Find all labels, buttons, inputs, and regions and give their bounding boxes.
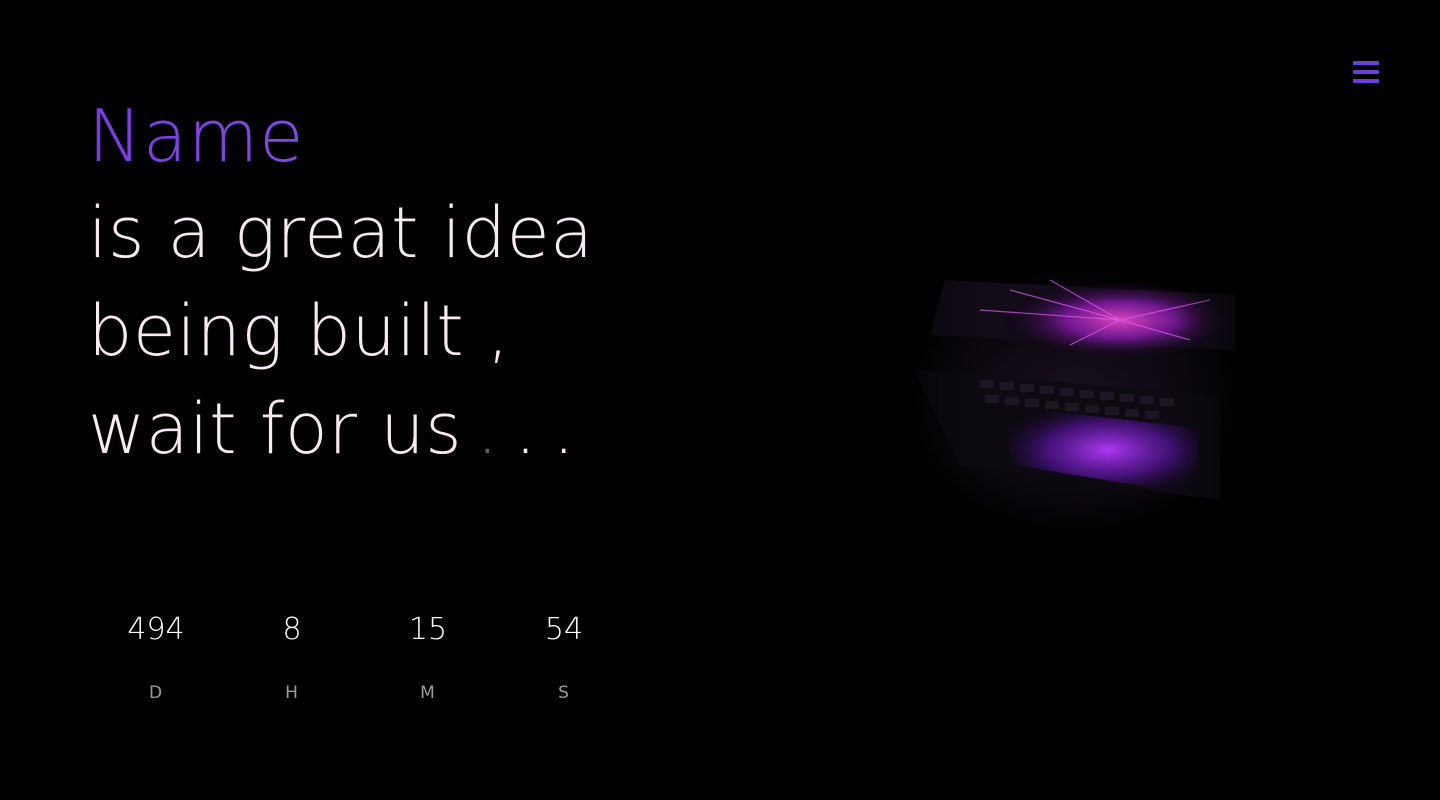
laptop-keyboard-illustration xyxy=(890,250,1250,550)
countdown-hours: 8 H xyxy=(224,608,360,704)
countdown-days-label: D xyxy=(148,683,164,703)
ellipsis-dot-2: . xyxy=(514,388,553,470)
hamburger-menu-icon xyxy=(1353,61,1379,65)
hamburger-menu-icon-bar-3 xyxy=(1353,79,1379,83)
hamburger-menu-icon-bar-2 xyxy=(1353,70,1379,74)
loading-ellipsis: ... xyxy=(476,380,591,478)
countdown-minutes: 15 M xyxy=(360,608,496,704)
ellipsis-dot-3: . xyxy=(552,388,591,470)
menu-button[interactable] xyxy=(1350,58,1384,88)
countdown-seconds: 54 S xyxy=(496,608,632,704)
tagline-line-3: wait for us... xyxy=(88,380,788,478)
tagline-line-1: is a great idea xyxy=(88,192,594,274)
tagline-line-3-text: wait for us xyxy=(88,388,463,470)
countdown-timer: 494 D 8 H 15 M 54 S xyxy=(88,608,648,728)
brand-name: Name xyxy=(88,88,788,184)
countdown-hours-value: 8 xyxy=(282,612,302,647)
countdown-minutes-value: 15 xyxy=(408,612,448,647)
laptop-image xyxy=(890,250,1250,550)
tagline-line-2: being built , xyxy=(88,290,510,372)
countdown-seconds-value: 54 xyxy=(544,612,584,647)
countdown-minutes-label: M xyxy=(420,683,436,703)
countdown-days: 494 D xyxy=(88,608,224,704)
hero-headline: Name is a great idea being built , wait … xyxy=(88,88,788,478)
countdown-days-value: 494 xyxy=(127,612,185,647)
ellipsis-dot-1: . xyxy=(476,388,515,470)
countdown-hours-label: H xyxy=(285,683,299,703)
countdown-seconds-label: S xyxy=(558,683,570,703)
